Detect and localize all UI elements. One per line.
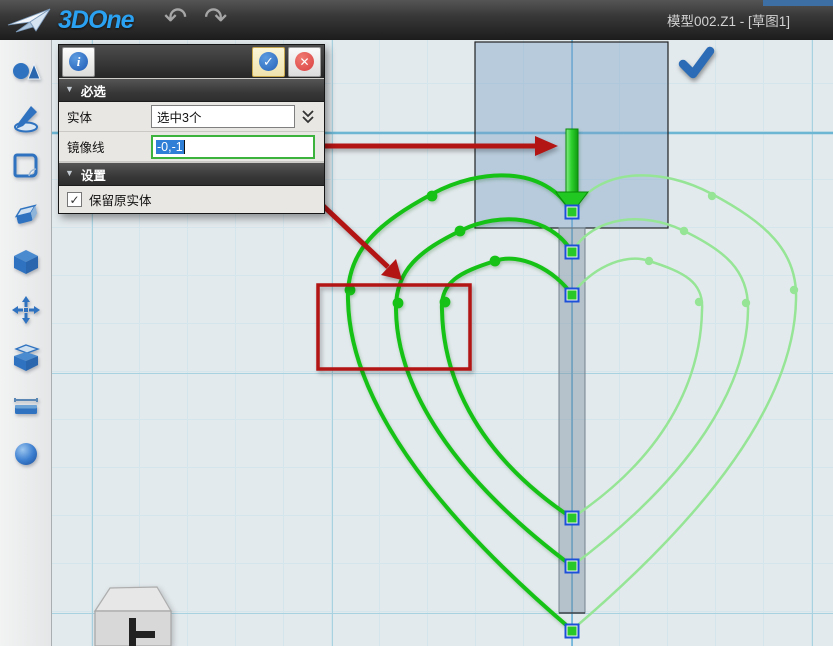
sketch-pen-icon bbox=[11, 103, 41, 133]
info-button[interactable]: i bbox=[62, 47, 95, 77]
mirror-control-point bbox=[680, 227, 688, 235]
section-settings[interactable]: ▼ 设置 bbox=[59, 162, 324, 186]
endpoint-marker-fill bbox=[568, 291, 577, 300]
redo-button[interactable]: ↷ bbox=[196, 1, 236, 35]
mirror-curve-inner bbox=[572, 259, 702, 518]
endpoint-marker-fill bbox=[568, 627, 577, 636]
eraser-icon bbox=[11, 199, 41, 229]
keep-original-row: ✓ 保留原实体 bbox=[59, 186, 324, 213]
entity-label: 实体 bbox=[67, 107, 151, 126]
selected-curves[interactable] bbox=[345, 175, 572, 630]
collapse-icon: ▼ bbox=[65, 84, 74, 94]
paper-plane-icon bbox=[6, 5, 54, 35]
heart-curve-inner[interactable] bbox=[442, 259, 572, 518]
view-cube[interactable] bbox=[95, 587, 171, 646]
control-point[interactable] bbox=[440, 297, 451, 308]
keep-original-label: 保留原实体 bbox=[89, 190, 152, 209]
confirm-button[interactable]: ✓ bbox=[252, 47, 285, 77]
mirror-control-point bbox=[695, 298, 703, 306]
confirm-icon: ✓ bbox=[259, 52, 278, 71]
top-bar: 3DOne ↶ ↷ 模型002.Z1 - [草图1] bbox=[0, 0, 833, 40]
window-corner-strip bbox=[763, 0, 833, 6]
control-point[interactable] bbox=[490, 256, 501, 267]
sphere-icon bbox=[11, 439, 41, 469]
sidebar-item-primitive-shapes[interactable] bbox=[9, 53, 43, 87]
mirror-line-row: 镜像线 -0,-1 bbox=[59, 132, 324, 162]
mirror-line-value: -0,-1 bbox=[156, 140, 184, 154]
mirror-curve-outer bbox=[572, 175, 796, 630]
window-title: 模型002.Z1 - [草图1] bbox=[667, 0, 790, 40]
mirror-control-point bbox=[790, 286, 798, 294]
entity-select[interactable]: 选中3个 bbox=[151, 105, 295, 128]
endpoint-marker-fill bbox=[568, 562, 577, 571]
sidebar-item-move-tool[interactable] bbox=[9, 293, 43, 327]
sidebar-item-solid-cube[interactable] bbox=[9, 245, 43, 279]
app-window: 3DOne ↶ ↷ 模型002.Z1 - [草图1] bbox=[0, 0, 833, 646]
endpoint-marker-fill bbox=[568, 514, 577, 523]
undo-button[interactable]: ↶ bbox=[156, 1, 196, 35]
section-settings-label: 设置 bbox=[81, 165, 106, 184]
sidebar-item-combine-tool[interactable] bbox=[9, 341, 43, 375]
endpoint-marker-fill bbox=[568, 208, 577, 217]
cube-icon bbox=[11, 247, 41, 277]
info-icon: i bbox=[69, 52, 88, 71]
sidebar-item-sketch-pen[interactable] bbox=[9, 101, 43, 135]
sidebar-item-measure-tool[interactable] bbox=[9, 389, 43, 423]
confirm-check-icon[interactable] bbox=[683, 51, 710, 74]
control-point[interactable] bbox=[455, 226, 466, 237]
mirror-line-input[interactable]: -0,-1 bbox=[151, 135, 315, 159]
sidebar-item-trim-eraser[interactable] bbox=[9, 197, 43, 231]
tool-sidebar bbox=[0, 40, 52, 646]
entity-row: 实体 选中3个 bbox=[59, 102, 324, 132]
brand-text: 3DOne bbox=[58, 6, 134, 35]
heart-curve-outer[interactable] bbox=[348, 175, 572, 630]
primitive-shapes-icon bbox=[11, 55, 41, 85]
cancel-button[interactable]: ✕ bbox=[288, 47, 321, 77]
measure-icon bbox=[11, 391, 41, 421]
mirror-control-point bbox=[645, 257, 653, 265]
app-logo: 3DOne bbox=[6, 5, 134, 35]
sidebar-item-material-sphere[interactable] bbox=[9, 437, 43, 471]
mirror-control-point bbox=[708, 192, 716, 200]
mirror-dialog: i ✓ ✕ ▼ 必选 实体 选中3个 bbox=[58, 44, 325, 214]
entity-value: 选中3个 bbox=[157, 107, 201, 126]
combine-cubes-icon bbox=[11, 343, 41, 373]
sketch-plane-icon bbox=[11, 151, 41, 181]
collapse-icon: ▼ bbox=[65, 168, 74, 178]
chevron-double-down-icon[interactable] bbox=[301, 109, 315, 125]
control-point[interactable] bbox=[393, 298, 404, 309]
mirror-control-point bbox=[742, 299, 750, 307]
section-required[interactable]: ▼ 必选 bbox=[59, 78, 324, 102]
dialog-titlebar: i ✓ ✕ bbox=[59, 45, 324, 78]
cancel-icon: ✕ bbox=[295, 52, 314, 71]
endpoint-marker-fill bbox=[568, 248, 577, 257]
mirror-preview-curves bbox=[572, 175, 798, 630]
sidebar-item-sketch-plane[interactable] bbox=[9, 149, 43, 183]
keep-original-checkbox[interactable]: ✓ bbox=[67, 192, 82, 207]
move-arrows-icon bbox=[11, 295, 41, 325]
control-point[interactable] bbox=[427, 191, 438, 202]
mirror-line-label: 镜像线 bbox=[67, 137, 151, 156]
section-required-label: 必选 bbox=[81, 81, 106, 100]
text-caret bbox=[184, 140, 185, 154]
